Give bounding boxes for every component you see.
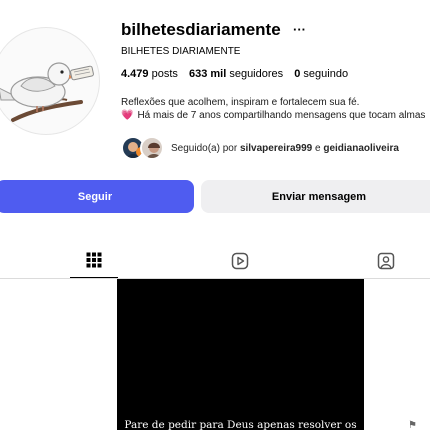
tab-reels[interactable] [220, 248, 260, 278]
followed-by-user-1[interactable]: silvapereira999 [240, 143, 312, 154]
tab-posts[interactable] [74, 248, 114, 278]
follower-avatar-2 [140, 136, 164, 160]
dove-icon [0, 62, 94, 122]
following-count: 0 [294, 68, 301, 80]
profile-username: bilhetesdiariamente [121, 20, 281, 39]
heart-icon: 💗 [121, 110, 134, 121]
profile-stats: 4.479 posts 633 mil seguidores 0 seguind… [121, 68, 356, 80]
posts-label: posts [151, 68, 178, 80]
bio-line-2-text: Há mais de 7 anos compartilhando mensage… [137, 110, 426, 121]
grid-icon [86, 252, 102, 268]
followers-label: seguidores [229, 68, 284, 80]
profile-full-name: BILHETES DIARIAMENTE [121, 46, 241, 57]
send-message-button[interactable]: Enviar mensagem [201, 180, 430, 213]
following-stat[interactable]: 0 seguindo [294, 68, 348, 80]
profile-tabs [0, 248, 430, 278]
posts-stat: 4.479 posts [121, 68, 178, 80]
bio-line-1: Reflexões que acolhem, inspiram e fortal… [121, 97, 360, 108]
pinned-icon: ⚑ [408, 420, 417, 430]
follow-button[interactable]: Seguir [0, 180, 194, 213]
followed-by-user-2[interactable]: geidianaoliveira [323, 143, 399, 154]
posts-count: 4.479 [121, 68, 149, 80]
profile-avatar[interactable] [0, 27, 100, 135]
post-caption: Pare de pedir para Deus apenas resolver … [124, 419, 357, 430]
bio-line-2: 💗 Há mais de 7 anos compartilhando mensag… [121, 110, 425, 121]
post-thumbnail[interactable]: Pare de pedir para Deus apenas resolver … [117, 279, 364, 430]
reels-icon [231, 252, 249, 270]
more-options-icon[interactable]: ··· [293, 22, 306, 38]
followed-by-conjunction: e [315, 143, 321, 154]
followed-by-prefix: Seguido(a) por [171, 143, 238, 154]
followers-count: 633 mil [188, 68, 227, 80]
following-label: seguindo [303, 68, 349, 80]
followers-stat[interactable]: 633 mil seguidores [189, 68, 283, 80]
tab-tagged[interactable] [366, 248, 406, 278]
tagged-icon [377, 252, 395, 270]
followed-by-text: Seguido(a) por silvapereira999 e geidian… [171, 143, 399, 154]
